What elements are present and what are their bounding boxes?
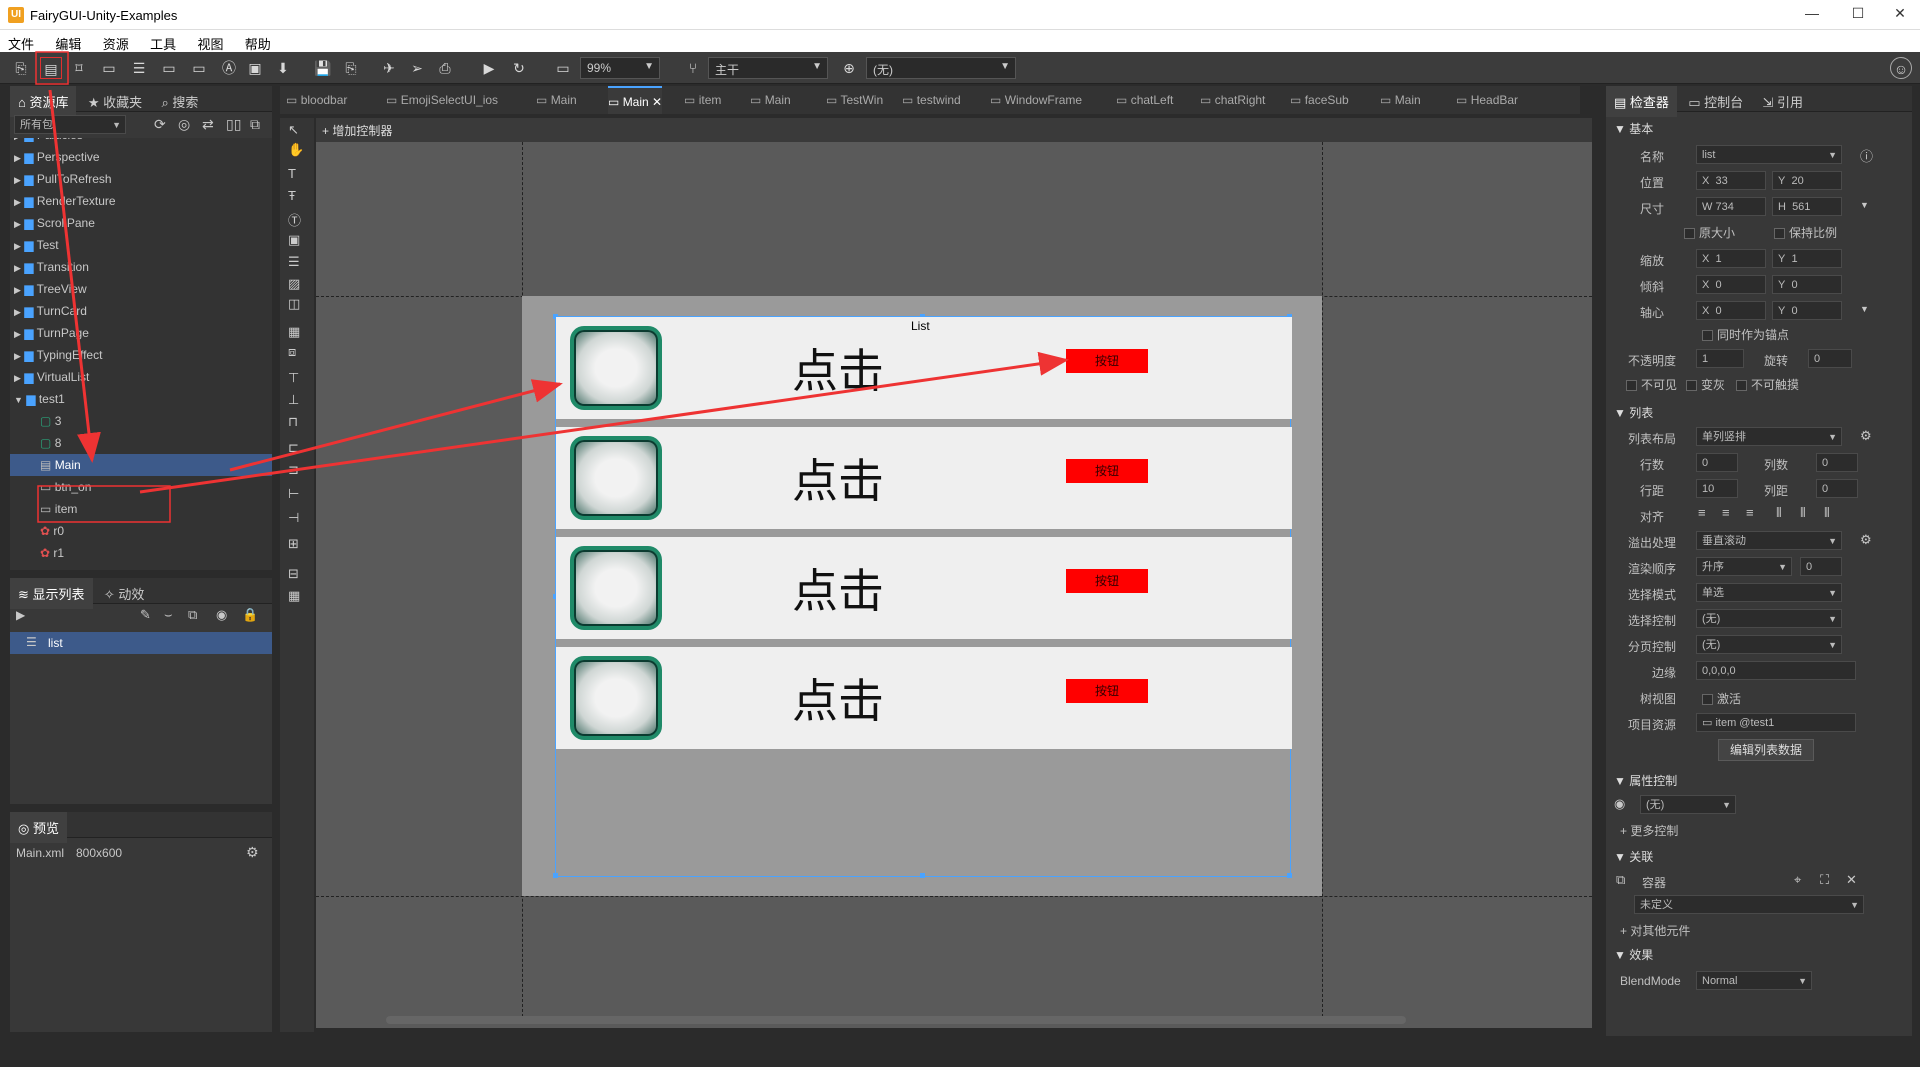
annotation-arrow [139,351,1069,494]
annotation-box [35,51,69,85]
annotation-overlay [35,51,1069,523]
annotation-arrow [48,89,101,463]
